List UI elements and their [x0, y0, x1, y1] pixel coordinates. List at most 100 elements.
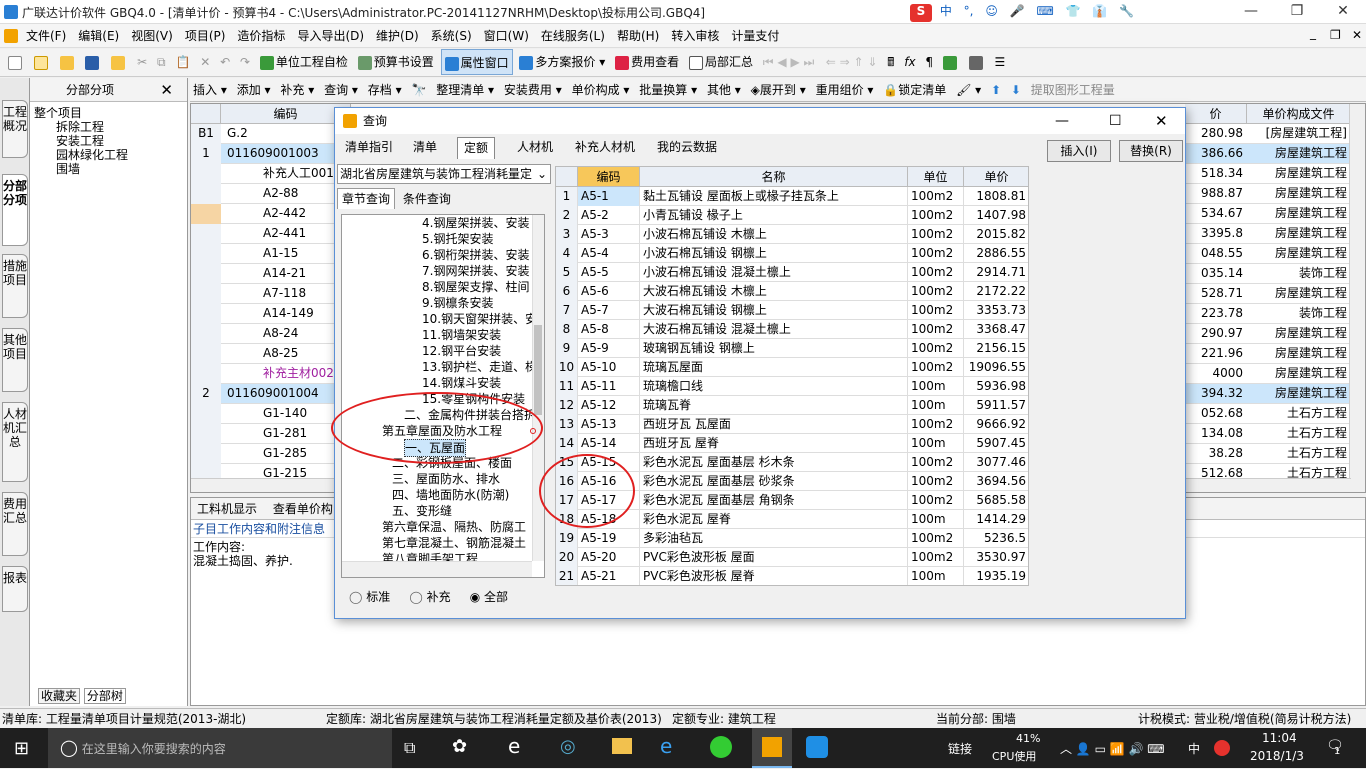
user-icon[interactable]: 👔 — [1092, 4, 1107, 18]
tree-node[interactable]: 6.钢桁架拼装、安装 — [422, 247, 529, 263]
paste-icon[interactable]: 📋 — [172, 49, 193, 75]
tree-node[interactable]: 10.钢天窗架拼装、安 — [422, 311, 537, 327]
open-icon[interactable] — [57, 49, 79, 75]
table-row[interactable]: 18 A5-18 彩色水泥瓦 屋脊 100m 1414.29 — [556, 510, 1028, 529]
tree-item-project[interactable]: 整个项目 — [34, 106, 187, 120]
grid-scrollbar[interactable] — [1349, 104, 1365, 492]
table-row[interactable]: 20 A5-20 PVC彩色波形板 屋面 100m2 3530.97 — [556, 548, 1028, 567]
menu-item[interactable]: 导入导出(D) — [291, 24, 370, 48]
table-row[interactable]: 9 A5-9 玻璃钢瓦铺设 钢檩上 100m2 2156.15 — [556, 339, 1028, 358]
windows-start-icon[interactable]: ⊞ — [14, 738, 29, 759]
tree-item-wall[interactable]: 围墙 — [34, 162, 187, 176]
ie-icon[interactable]: e — [660, 734, 672, 758]
menu-item[interactable]: 造价指标 — [231, 24, 291, 48]
redo-icon[interactable]: ↷ — [237, 49, 253, 75]
table-row[interactable]: 5 A5-5 小波石棉瓦铺设 混凝土檩上 100m2 2914.71 — [556, 263, 1028, 282]
tray-icons[interactable]: ︿ 👤 ▭ 📶 🔊 ⌨ — [1060, 740, 1165, 757]
table-row[interactable]: 14 A5-14 西班牙瓦 屋脊 100m 5907.45 — [556, 434, 1028, 453]
menu-item[interactable]: 在线服务(L) — [535, 24, 611, 48]
sogou-tray-icon[interactable] — [1214, 740, 1230, 756]
tree-scroll-thumb[interactable] — [534, 325, 542, 415]
tree-node[interactable]: 第七章混凝土、钢筋混凝土 — [382, 535, 526, 551]
tree-item-demolish[interactable]: 拆除工程 — [34, 120, 187, 134]
dialog-minimize-button[interactable]: — — [1055, 108, 1069, 134]
extract-button[interactable]: 提取图形工程量 — [1028, 78, 1118, 102]
formula-icon[interactable]: fx — [901, 49, 918, 75]
menu-item[interactable]: 系统(S) — [425, 24, 478, 48]
quota-library-select[interactable]: 湖北省房屋建筑与装饰工程消耗量定 ⌄ — [337, 164, 551, 184]
self-check-button[interactable]: 单位工程自检 — [257, 49, 351, 75]
tab-materials[interactable]: 人材机汇总 — [2, 402, 28, 482]
insert-button[interactable]: 插入(I) — [1047, 140, 1111, 162]
menu-item[interactable]: 维护(D) — [370, 24, 425, 48]
tab-favorites[interactable]: 收藏夹 — [38, 688, 81, 704]
paragraph-icon[interactable]: ¶ — [922, 49, 936, 75]
radio-supplement[interactable]: ◯ 补充 — [409, 590, 450, 604]
add-button[interactable]: 添加 ▾ — [234, 78, 274, 102]
table-row[interactable]: 8 A5-8 大波石棉瓦铺设 混凝土檩上 100m2 3368.47 — [556, 320, 1028, 339]
other-button[interactable]: 其他 ▾ — [704, 78, 744, 102]
menu-item[interactable]: 项目(P) — [179, 24, 232, 48]
lock-list-button[interactable]: 🔒锁定清单 — [880, 78, 949, 102]
tab-materials-display[interactable]: 工料机显示 — [191, 502, 263, 516]
find-icon[interactable]: 🔭 — [408, 78, 429, 102]
radio-all[interactable]: ◉ 全部 — [470, 590, 508, 604]
list-icon[interactable]: ☰ — [992, 49, 1009, 75]
link-label[interactable]: 链接 — [948, 740, 972, 757]
tab-condition-query[interactable]: 条件查询 — [399, 189, 455, 209]
tree-node[interactable]: 四、墙地面防水(防潮) — [392, 487, 509, 503]
tab-chapter-query[interactable]: 章节查询 — [337, 188, 396, 209]
insert-button[interactable]: 插入 ▾ — [190, 78, 230, 102]
menu-item[interactable]: 转入审核 — [665, 24, 725, 48]
table-row[interactable]: 21 A5-21 PVC彩色波形板 屋脊 100m 1935.19 — [556, 567, 1028, 585]
ime-lang[interactable]: 中 — [940, 4, 952, 18]
mdi-min-icon[interactable]: _ — [1310, 26, 1316, 40]
tree-item-install[interactable]: 安装工程 — [34, 134, 187, 148]
task-view-icon[interactable]: ⧉ — [404, 738, 415, 758]
table-row[interactable]: 7 A5-7 大波石棉瓦铺设 钢檩上 100m2 3353.73 — [556, 301, 1028, 320]
dialog-close-button[interactable]: ✕ — [1155, 108, 1168, 134]
tree-node[interactable]: 五、变形缝 — [392, 503, 452, 519]
tree-node[interactable]: 7.钢网架拼装、安装 — [422, 263, 529, 279]
table-row[interactable]: 3 A5-3 小波石棉瓦铺设 木檩上 100m2 2015.82 — [556, 225, 1028, 244]
tree-node[interactable]: 9.钢檩条安装 — [422, 295, 493, 311]
batch-convert-button[interactable]: 批量换算 ▾ — [636, 78, 700, 102]
close-icon[interactable]: ✕ — [160, 78, 173, 102]
mic-icon[interactable]: 🎤 — [1010, 4, 1025, 18]
paint-icon[interactable]: 🖌 ▾ — [953, 78, 984, 102]
file-explorer-icon[interactable] — [612, 738, 632, 754]
close-button[interactable]: ✕ — [1320, 0, 1366, 24]
clock-time[interactable]: 11:04 — [1262, 731, 1297, 745]
table-row[interactable]: 10 A5-10 琉璃瓦屋面 100m2 19096.55 — [556, 358, 1028, 377]
copy-icon[interactable]: ⧉ — [154, 49, 169, 75]
table-row[interactable]: 12 A5-12 琉璃瓦脊 100m 5911.57 — [556, 396, 1028, 415]
fan-app-icon[interactable]: ✿ — [452, 736, 467, 757]
undo-icon[interactable]: ↶ — [217, 49, 233, 75]
table-row[interactable]: 13 A5-13 西班牙瓦 瓦屋面 100m2 9666.92 — [556, 415, 1028, 434]
save-icon[interactable] — [82, 49, 104, 75]
tab-section-tree[interactable]: 分部树 — [83, 688, 126, 704]
table-row[interactable]: 1 A5-1 黏土瓦铺设 屋面板上或椽子挂瓦条上 100m2 1808.81 — [556, 187, 1028, 206]
tab-labor-material[interactable]: 人材机 — [511, 137, 559, 159]
tree-node[interactable]: 4.钢屋架拼装、安装 — [422, 215, 529, 231]
table-row[interactable]: 6 A5-6 大波石棉瓦铺设 木檩上 100m2 2172.22 — [556, 282, 1028, 301]
up-icon[interactable]: ⬆ — [988, 78, 1004, 102]
clock-date[interactable]: 2018/1/3 — [1250, 749, 1304, 763]
query-button[interactable]: 查询 ▾ — [321, 78, 361, 102]
ime-punct[interactable]: °, — [964, 4, 974, 18]
stack-icon[interactable] — [966, 49, 988, 75]
tidy-list-button[interactable]: 整理清单 ▾ — [433, 78, 497, 102]
menu-item[interactable]: 编辑(E) — [72, 24, 125, 48]
browser-360-icon[interactable] — [710, 736, 732, 758]
tree-node[interactable]: 第六章保温、隔热、防腐工 — [382, 519, 526, 535]
edge-icon[interactable]: e — [508, 734, 520, 758]
browser-icon[interactable]: ◎ — [560, 736, 576, 757]
skin-icon[interactable]: 👕 — [1066, 4, 1081, 18]
table-row[interactable]: 4 A5-4 小波石棉瓦铺设 钢檩上 100m2 2886.55 — [556, 244, 1028, 263]
down-icon[interactable]: ⬇ — [1008, 78, 1024, 102]
minimize-button[interactable]: — — [1228, 0, 1274, 24]
new-icon[interactable] — [0, 49, 27, 75]
ime-toolbar[interactable]: S 中 °, ☺ 🎤 ⌨ 👕 👔 🔧 — [910, 2, 1138, 22]
menu-item[interactable]: 计量支付 — [725, 24, 785, 48]
tab-sections[interactable]: 分部分项 — [2, 174, 28, 246]
